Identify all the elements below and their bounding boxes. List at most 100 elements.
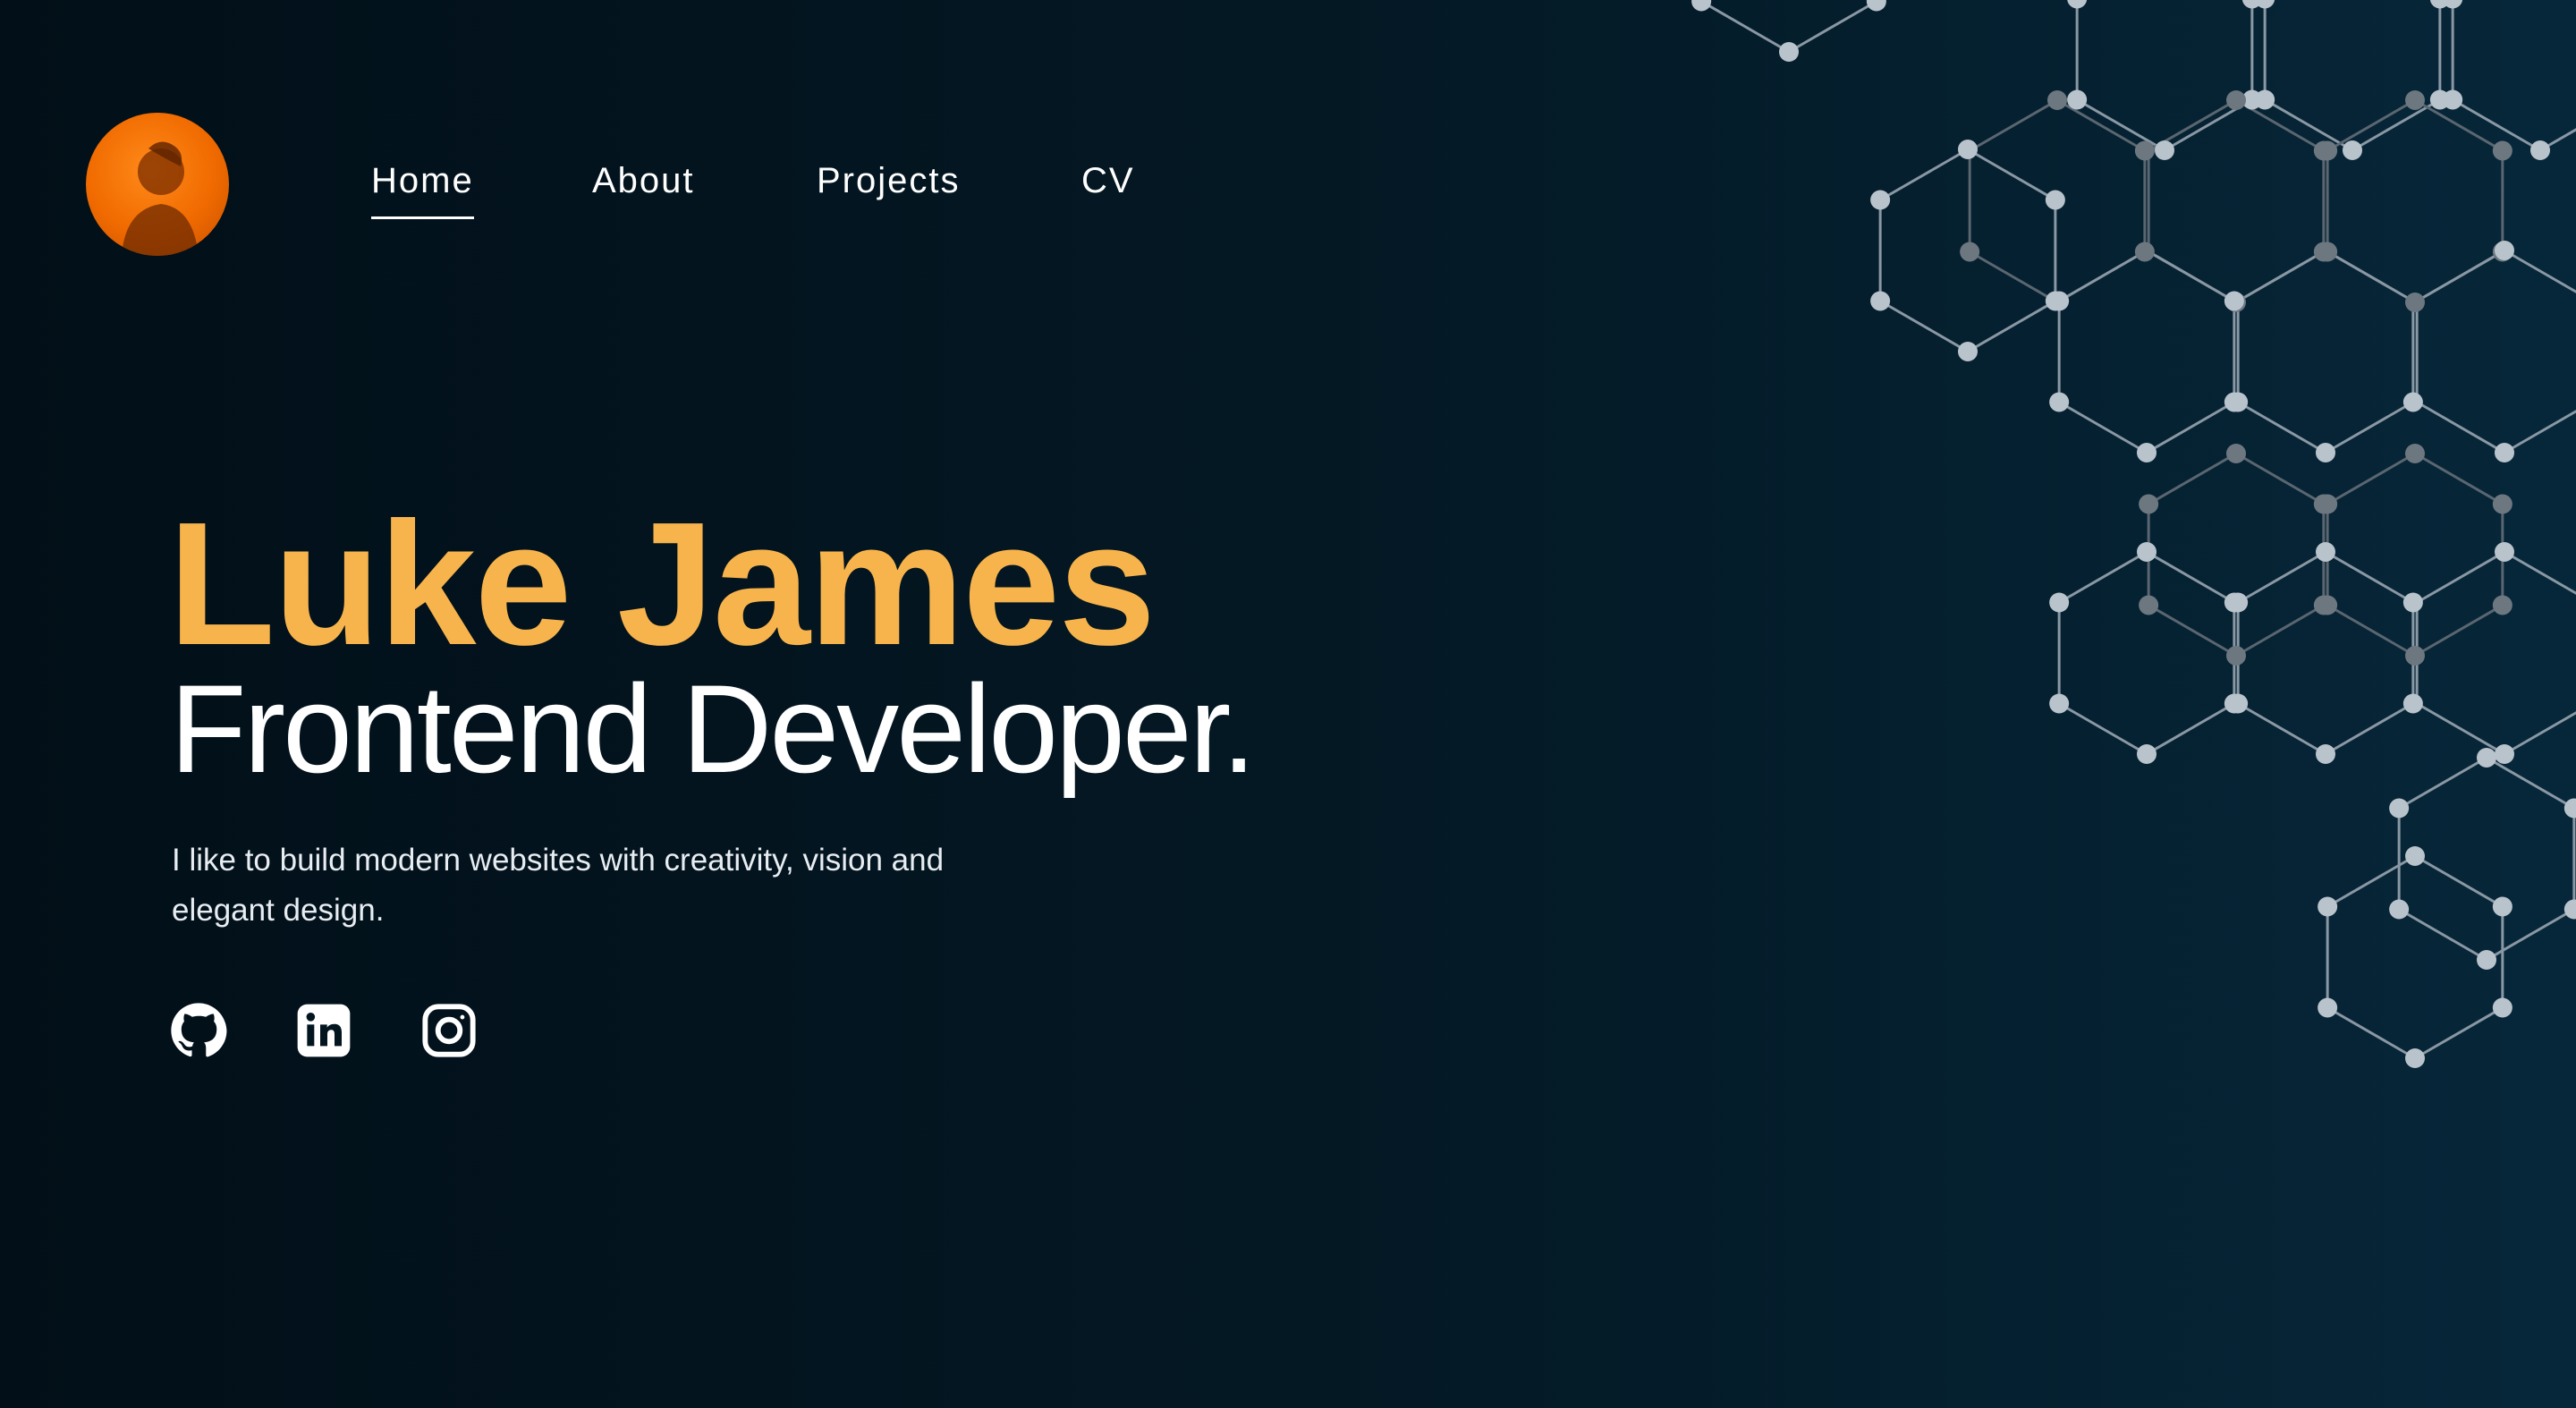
network-edge (2416, 401, 2505, 454)
network-edge (2398, 908, 2487, 962)
network-edge (2325, 550, 2414, 604)
network-edge (2414, 854, 2504, 908)
network-node (2316, 443, 2335, 462)
network-edge (2237, 401, 2326, 454)
network-edge (2452, 98, 2541, 152)
network-node (2389, 798, 2410, 819)
network-edge (2148, 452, 2237, 505)
network-edge (2058, 702, 2148, 756)
network-edge (2146, 401, 2235, 454)
network-node (2049, 291, 2070, 311)
network-edge (2237, 249, 2326, 302)
network-edge (2486, 756, 2575, 810)
network-edge (1700, 0, 1790, 54)
network-node (2067, 0, 2088, 9)
network-edge (2235, 604, 2325, 657)
network-node (2492, 595, 2512, 615)
network-node (2389, 899, 2410, 920)
network-edge (2416, 550, 2505, 604)
network-node (2495, 542, 2514, 562)
network-node (1779, 42, 1799, 62)
network-edge (2486, 908, 2575, 962)
network-node (2226, 444, 2246, 463)
network-edge (2146, 249, 2235, 302)
network-edge (2504, 711, 2576, 756)
network-node (2402, 693, 2423, 714)
network-edge (2326, 1006, 2416, 1060)
network-node (1866, 0, 1886, 12)
network-node (2563, 899, 2576, 920)
network-node (2139, 595, 2159, 615)
network-edge (2058, 401, 2148, 454)
network-edge (2058, 550, 2148, 604)
network-edge (2326, 452, 2416, 505)
network-edge (2414, 604, 2504, 657)
network-node (2316, 542, 2335, 562)
network-node (2318, 896, 2338, 917)
network-node (2318, 140, 2338, 161)
network-node (2047, 90, 2067, 110)
network-edge (1879, 300, 1969, 353)
network-node (2492, 896, 2512, 917)
network-node (2049, 592, 2070, 613)
landing-page: Home About Projects CV Luke James Fronte… (0, 0, 2576, 1408)
network-node (2255, 89, 2275, 110)
network-edge (2237, 550, 2326, 604)
network-node (2067, 89, 2088, 110)
network-edge (2235, 452, 2325, 505)
network-node (2405, 444, 2425, 463)
network-node (2492, 494, 2512, 514)
network-edge (2325, 249, 2414, 302)
network-edge (2056, 98, 2146, 152)
network-node (2049, 693, 2070, 714)
network-edge (1788, 0, 1877, 54)
network-node (2316, 744, 2335, 764)
network-node (2137, 443, 2157, 462)
network-node (2318, 997, 2338, 1018)
network-edge (2416, 249, 2505, 302)
network-edge (2326, 604, 2416, 657)
network-edge (2148, 604, 2237, 657)
network-node (2402, 392, 2423, 412)
network-node (2228, 693, 2249, 714)
network-node (2477, 950, 2496, 970)
network-edge (2146, 550, 2235, 604)
network-edge (1967, 300, 2056, 353)
network-node (2402, 592, 2423, 613)
network-edge (2076, 98, 2165, 152)
network-edge (2326, 854, 2416, 908)
network-edge (2325, 702, 2414, 756)
network-edge (2325, 401, 2414, 454)
network-node (1870, 291, 1891, 311)
network-edge (2326, 98, 2416, 152)
network-node (2139, 494, 2159, 514)
network-edge (2398, 756, 2487, 810)
network-node (2049, 392, 2070, 412)
network-node (2137, 542, 2157, 562)
network-node (2405, 1048, 2425, 1068)
hexagon-network-decoration (1691, 0, 2576, 1068)
network-node (2318, 595, 2338, 615)
network-edge (1969, 98, 2058, 152)
network-node (2405, 293, 2425, 312)
network-edge (1969, 250, 2058, 304)
network-node (2530, 140, 2550, 160)
network-edge (1879, 148, 1969, 201)
network-node (2228, 392, 2249, 412)
network-node (2228, 592, 2249, 613)
network-node (2495, 241, 2514, 260)
network-node (2405, 646, 2425, 666)
network-node (1870, 190, 1891, 210)
network-edge (2146, 702, 2235, 756)
network-edge (2414, 1006, 2504, 1060)
network-node (2405, 846, 2425, 866)
network-node (2492, 997, 2512, 1018)
network-edge (2416, 702, 2505, 756)
network-node (2343, 140, 2362, 160)
network-node (2137, 744, 2157, 764)
network-node (2443, 89, 2463, 110)
network-edge (2058, 249, 2148, 302)
network-node (2226, 646, 2246, 666)
network-node (1960, 242, 1980, 262)
network-node (2155, 140, 2174, 160)
